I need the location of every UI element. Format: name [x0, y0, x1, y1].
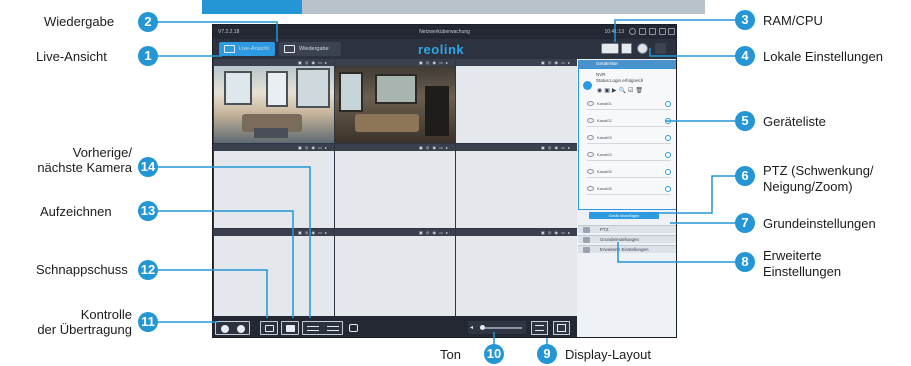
- callout-6-label-line2: Neigung/Zoom): [763, 179, 853, 194]
- callout-11-label-line2: der Übertragung: [37, 322, 132, 337]
- callout-8-label-line1: Erweiterte: [763, 248, 822, 263]
- callout-4-label: Lokale Einstellungen: [763, 49, 883, 64]
- line-2: [158, 21, 278, 42]
- callout-9-label: Display-Layout: [565, 347, 651, 362]
- callout-2-label: Wiedergabe: [44, 14, 115, 29]
- callout-3-label: RAM/CPU: [763, 13, 823, 28]
- callout-13-badge: 13: [138, 201, 158, 221]
- line-13: [158, 210, 294, 318]
- callout-7-badge: 7: [735, 213, 755, 233]
- callout-4-badge: 4: [735, 46, 755, 66]
- line-8: [617, 242, 735, 263]
- callout-13-label: Aufzeichnen: [40, 204, 112, 219]
- line-6: [645, 175, 735, 214]
- callout-14-label-line1: Vorherige/: [72, 145, 132, 160]
- callout-3-badge: 3: [735, 10, 755, 30]
- callout-14-label-line2: nächste Kamera: [37, 160, 132, 175]
- callout-2-badge: 2: [138, 12, 158, 32]
- callout-7-label: Grundeinstellungen: [763, 216, 876, 231]
- callout-1-label: Live-Ansicht: [36, 49, 107, 64]
- callout-11-label-line1: Kontrolle: [80, 307, 132, 322]
- callout-14-badge: 14: [138, 157, 158, 177]
- callout-12-label: Schnappschuss: [36, 262, 128, 277]
- callout-5-badge: 5: [735, 111, 755, 131]
- callout-10-badge: 10: [484, 344, 504, 364]
- callout-12-badge: 12: [138, 260, 158, 280]
- callout-8-badge: 8: [735, 252, 755, 272]
- callout-8-label-line2: Einstellungen: [763, 264, 842, 279]
- callout-1-badge: 1: [138, 46, 158, 66]
- line-3: [614, 19, 735, 42]
- line-14: [158, 166, 311, 318]
- callout-6-badge: 6: [735, 166, 755, 186]
- callout-5-label: Geräteliste: [763, 114, 826, 129]
- callout-9-badge: 9: [537, 344, 557, 364]
- callout-6-label-line1: PTZ (Schwenkung/: [763, 163, 874, 178]
- line-12: [158, 269, 268, 318]
- line-4: [649, 48, 735, 57]
- callout-10-label: Ton: [440, 347, 461, 362]
- callout-11-badge: 11: [138, 312, 158, 332]
